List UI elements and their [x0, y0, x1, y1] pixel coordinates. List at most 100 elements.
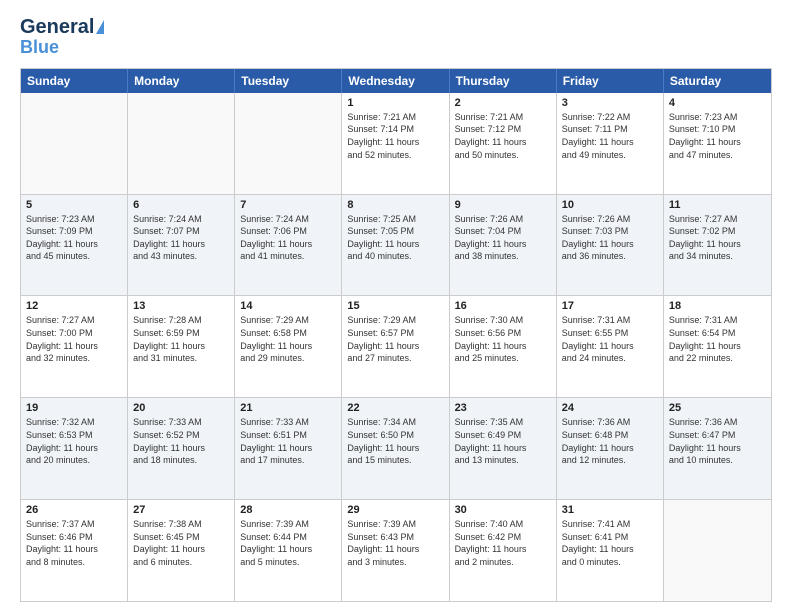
cell-info: Sunrise: 7:39 AM Sunset: 6:43 PM Dayligh… — [347, 518, 443, 568]
day-number: 1 — [347, 97, 443, 109]
day-number: 12 — [26, 300, 122, 312]
day-number: 18 — [669, 300, 766, 312]
day-number: 26 — [26, 504, 122, 516]
cell-info: Sunrise: 7:22 AM Sunset: 7:11 PM Dayligh… — [562, 111, 658, 161]
calendar-cell-r0c2 — [235, 93, 342, 194]
cell-info: Sunrise: 7:34 AM Sunset: 6:50 PM Dayligh… — [347, 416, 443, 466]
cell-info: Sunrise: 7:39 AM Sunset: 6:44 PM Dayligh… — [240, 518, 336, 568]
calendar-cell-r0c6: 4 Sunrise: 7:23 AM Sunset: 7:10 PM Daylig… — [664, 93, 771, 194]
calendar-cell-r2c4: 16 Sunrise: 7:30 AM Sunset: 6:56 PM Dayli… — [450, 296, 557, 397]
day-number: 29 — [347, 504, 443, 516]
day-number: 25 — [669, 402, 766, 414]
calendar-cell-r3c2: 21Sunrise: 7:33 AM Sunset: 6:51 PM Dayli… — [235, 398, 342, 499]
header: General Blue — [20, 16, 772, 58]
cell-info: Sunrise: 7:29 AM Sunset: 6:58 PM Dayligh… — [240, 314, 336, 364]
day-number: 8 — [347, 199, 443, 211]
calendar-cell-r4c5: 31Sunrise: 7:41 AM Sunset: 6:41 PM Dayli… — [557, 500, 664, 601]
day-number: 22 — [347, 402, 443, 414]
day-number: 28 — [240, 504, 336, 516]
page: General Blue SundayMondayTuesdayWednesda… — [0, 0, 792, 612]
day-number: 24 — [562, 402, 658, 414]
cell-info: Sunrise: 7:31 AM Sunset: 6:54 PM Dayligh… — [669, 314, 766, 364]
cell-info: Sunrise: 7:36 AM Sunset: 6:47 PM Dayligh… — [669, 416, 766, 466]
weekday-header-wednesday: Wednesday — [342, 69, 449, 93]
calendar-cell-r1c1: 6 Sunrise: 7:24 AM Sunset: 7:07 PM Daylig… — [128, 195, 235, 296]
calendar-cell-r0c4: 2 Sunrise: 7:21 AM Sunset: 7:12 PM Daylig… — [450, 93, 557, 194]
cell-info: Sunrise: 7:30 AM Sunset: 6:56 PM Dayligh… — [455, 314, 551, 364]
calendar-cell-r2c1: 13Sunrise: 7:28 AM Sunset: 6:59 PM Dayli… — [128, 296, 235, 397]
calendar-header: SundayMondayTuesdayWednesdayThursdayFrid… — [21, 69, 771, 93]
calendar-row-4: 26 Sunrise: 7:37 AM Sunset: 6:46 PM Dayli… — [21, 499, 771, 601]
weekday-header-thursday: Thursday — [450, 69, 557, 93]
calendar-cell-r1c3: 8Sunrise: 7:25 AM Sunset: 7:05 PM Daylig… — [342, 195, 449, 296]
cell-info: Sunrise: 7:21 AM Sunset: 7:14 PM Dayligh… — [347, 111, 443, 161]
day-number: 2 — [455, 97, 551, 109]
calendar-cell-r4c6 — [664, 500, 771, 601]
cell-info: Sunrise: 7:37 AM Sunset: 6:46 PM Dayligh… — [26, 518, 122, 568]
cell-info: Sunrise: 7:23 AM Sunset: 7:10 PM Dayligh… — [669, 111, 766, 161]
calendar-cell-r0c5: 3 Sunrise: 7:22 AM Sunset: 7:11 PM Daylig… — [557, 93, 664, 194]
calendar-row-3: 19 Sunrise: 7:32 AM Sunset: 6:53 PM Dayli… — [21, 397, 771, 499]
day-number: 7 — [240, 199, 336, 211]
day-number: 10 — [562, 199, 658, 211]
cell-info: Sunrise: 7:21 AM Sunset: 7:12 PM Dayligh… — [455, 111, 551, 161]
cell-info: Sunrise: 7:29 AM Sunset: 6:57 PM Dayligh… — [347, 314, 443, 364]
weekday-header-sunday: Sunday — [21, 69, 128, 93]
day-number: 13 — [133, 300, 229, 312]
day-number: 27 — [133, 504, 229, 516]
calendar-cell-r4c1: 27 Sunrise: 7:38 AM Sunset: 6:45 PM Dayli… — [128, 500, 235, 601]
calendar-cell-r1c5: 10Sunrise: 7:26 AM Sunset: 7:03 PM Dayli… — [557, 195, 664, 296]
day-number: 4 — [669, 97, 766, 109]
calendar-row-0: 1 Sunrise: 7:21 AM Sunset: 7:14 PM Daylig… — [21, 93, 771, 194]
calendar-cell-r3c4: 23 Sunrise: 7:35 AM Sunset: 6:49 PM Dayli… — [450, 398, 557, 499]
calendar-cell-r4c4: 30Sunrise: 7:40 AM Sunset: 6:42 PM Dayli… — [450, 500, 557, 601]
logo-triangle-icon — [96, 20, 104, 34]
calendar-cell-r0c0 — [21, 93, 128, 194]
cell-info: Sunrise: 7:33 AM Sunset: 6:52 PM Dayligh… — [133, 416, 229, 466]
cell-info: Sunrise: 7:24 AM Sunset: 7:06 PM Dayligh… — [240, 213, 336, 263]
weekday-header-monday: Monday — [128, 69, 235, 93]
cell-info: Sunrise: 7:36 AM Sunset: 6:48 PM Dayligh… — [562, 416, 658, 466]
day-number: 23 — [455, 402, 551, 414]
cell-info: Sunrise: 7:35 AM Sunset: 6:49 PM Dayligh… — [455, 416, 551, 466]
weekday-header-saturday: Saturday — [664, 69, 771, 93]
weekday-header-tuesday: Tuesday — [235, 69, 342, 93]
weekday-header-friday: Friday — [557, 69, 664, 93]
cell-info: Sunrise: 7:26 AM Sunset: 7:04 PM Dayligh… — [455, 213, 551, 263]
day-number: 15 — [347, 300, 443, 312]
calendar-cell-r1c4: 9 Sunrise: 7:26 AM Sunset: 7:04 PM Daylig… — [450, 195, 557, 296]
day-number: 6 — [133, 199, 229, 211]
logo-text-general: General — [20, 16, 94, 38]
calendar-cell-r3c1: 20Sunrise: 7:33 AM Sunset: 6:52 PM Dayli… — [128, 398, 235, 499]
calendar-cell-r4c0: 26 Sunrise: 7:37 AM Sunset: 6:46 PM Dayli… — [21, 500, 128, 601]
logo: General Blue — [20, 16, 104, 58]
cell-info: Sunrise: 7:27 AM Sunset: 7:02 PM Dayligh… — [669, 213, 766, 263]
calendar-cell-r2c3: 15 Sunrise: 7:29 AM Sunset: 6:57 PM Dayli… — [342, 296, 449, 397]
cell-info: Sunrise: 7:24 AM Sunset: 7:07 PM Dayligh… — [133, 213, 229, 263]
calendar-row-2: 12 Sunrise: 7:27 AM Sunset: 7:00 PM Dayli… — [21, 295, 771, 397]
day-number: 16 — [455, 300, 551, 312]
calendar-cell-r3c3: 22 Sunrise: 7:34 AM Sunset: 6:50 PM Dayli… — [342, 398, 449, 499]
calendar: SundayMondayTuesdayWednesdayThursdayFrid… — [20, 68, 772, 602]
calendar-cell-r0c1 — [128, 93, 235, 194]
calendar-cell-r4c3: 29 Sunrise: 7:39 AM Sunset: 6:43 PM Dayli… — [342, 500, 449, 601]
calendar-cell-r3c0: 19 Sunrise: 7:32 AM Sunset: 6:53 PM Dayli… — [21, 398, 128, 499]
cell-info: Sunrise: 7:31 AM Sunset: 6:55 PM Dayligh… — [562, 314, 658, 364]
calendar-cell-r2c0: 12 Sunrise: 7:27 AM Sunset: 7:00 PM Dayli… — [21, 296, 128, 397]
day-number: 17 — [562, 300, 658, 312]
cell-info: Sunrise: 7:38 AM Sunset: 6:45 PM Dayligh… — [133, 518, 229, 568]
calendar-row-1: 5Sunrise: 7:23 AM Sunset: 7:09 PM Daylig… — [21, 194, 771, 296]
day-number: 31 — [562, 504, 658, 516]
cell-info: Sunrise: 7:32 AM Sunset: 6:53 PM Dayligh… — [26, 416, 122, 466]
cell-info: Sunrise: 7:27 AM Sunset: 7:00 PM Dayligh… — [26, 314, 122, 364]
day-number: 9 — [455, 199, 551, 211]
day-number: 5 — [26, 199, 122, 211]
day-number: 19 — [26, 402, 122, 414]
cell-info: Sunrise: 7:33 AM Sunset: 6:51 PM Dayligh… — [240, 416, 336, 466]
calendar-cell-r1c6: 11Sunrise: 7:27 AM Sunset: 7:02 PM Dayli… — [664, 195, 771, 296]
calendar-body: 1 Sunrise: 7:21 AM Sunset: 7:14 PM Daylig… — [21, 93, 771, 601]
day-number: 3 — [562, 97, 658, 109]
calendar-cell-r2c2: 14Sunrise: 7:29 AM Sunset: 6:58 PM Dayli… — [235, 296, 342, 397]
calendar-cell-r3c6: 25 Sunrise: 7:36 AM Sunset: 6:47 PM Dayli… — [664, 398, 771, 499]
logo-text-blue: Blue — [20, 38, 59, 58]
